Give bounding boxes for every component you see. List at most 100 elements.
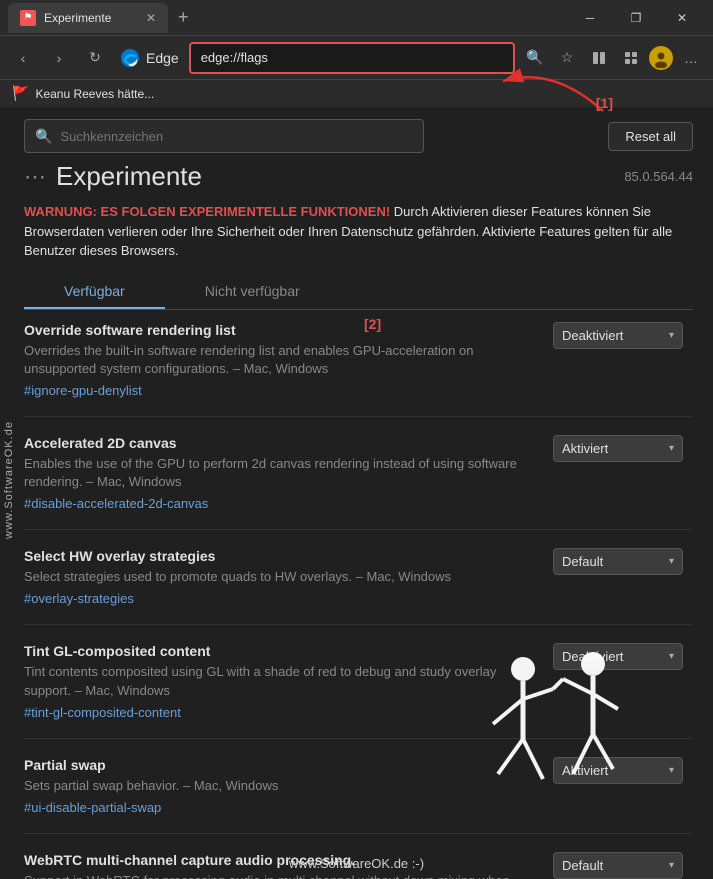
feature-info: Partial swap Sets partial swap behavior.… [24,757,541,817]
feature-control: Deaktiviert ▾ [553,643,693,670]
feature-item: Select HW overlay strategies Select stra… [24,548,693,625]
chevron-down-icon: ▾ [669,765,674,776]
feature-item: Override software rendering list Overrid… [24,322,693,417]
edge-logo-icon [120,48,140,68]
search-row: 🔍 Reset all [24,107,693,161]
feature-desc: Support in WebRTC for processing audio i… [24,872,541,879]
active-tab[interactable]: ⚑ Experimente ✕ [8,3,168,33]
features-list: Override software rendering list Overrid… [24,322,693,879]
feature-info: WebRTC multi-channel capture audio proce… [24,852,541,879]
more-button[interactable]: … [677,44,705,72]
tab-close-button[interactable]: ✕ [146,11,156,25]
feature-info: Select HW overlay strategies Select stra… [24,548,541,608]
feature-link[interactable]: #overlay-strategies [24,591,134,606]
feature-select[interactable]: Aktiviert ▾ [553,757,683,784]
feature-status: Aktiviert [562,441,608,456]
window-controls: ─ ❐ ✕ [567,0,705,35]
forward-button[interactable]: › [44,43,74,73]
forward-icon: › [57,50,62,66]
feature-link[interactable]: #tint-gl-composited-content [24,705,181,720]
restore-button[interactable]: ❐ [613,0,659,35]
feature-title: Accelerated 2D canvas [24,435,541,451]
favorites-icon[interactable]: ☆ [553,44,581,72]
feature-info: Accelerated 2D canvas Enables the use of… [24,435,541,513]
watermark-left-text: www.SoftwareOK.de [3,421,15,539]
address-text: edge://flags [201,50,268,65]
feature-title: WebRTC multi-channel capture audio proce… [24,852,541,868]
feature-control: Aktiviert ▾ [553,757,693,784]
chevron-down-icon: ▾ [669,651,674,662]
feature-item: Partial swap Sets partial swap behavior.… [24,757,693,834]
refresh-button[interactable]: ↻ [80,43,110,73]
version-text: 85.0.564.44 [624,169,693,184]
feature-link[interactable]: #ui-disable-partial-swap [24,800,161,815]
refresh-icon: ↻ [89,49,101,66]
tab-title: Experimente [44,11,111,25]
feature-control: Default ▾ [553,852,693,879]
bookmark-label[interactable]: Keanu Reeves hätte... [35,87,154,101]
feature-title: Tint GL-composited content [24,643,541,659]
feature-desc: Tint contents composited using GL with a… [24,663,541,699]
minimize-button[interactable]: ─ [567,0,613,35]
back-button[interactable]: ‹ [8,43,38,73]
tab-area: ⚑ Experimente ✕ + [8,3,561,33]
page-title: ⋯ Experimente [24,161,202,192]
page-title-row: ⋯ Experimente 85.0.564.44 [24,161,693,192]
bookmark-bar: 🚩 Keanu Reeves hätte... [0,79,713,107]
feature-control: Aktiviert ▾ [553,435,693,462]
chevron-down-icon: ▾ [669,860,674,871]
feature-control: Default ▾ [553,548,693,575]
feature-control: Deaktiviert ▾ [553,322,693,349]
feature-item: Tint GL-composited content Tint contents… [24,643,693,738]
feature-item: Accelerated 2D canvas Enables the use of… [24,435,693,530]
new-tab-button[interactable]: + [174,7,193,28]
nav-icons: 🔍 ☆ … [521,44,705,72]
feature-status: Deaktiviert [562,649,623,664]
feature-title: Override software rendering list [24,322,541,338]
main-content: 🔍 Reset all ⋯ Experimente 85.0.564.44 WA… [0,107,713,879]
chevron-down-icon: ▾ [669,556,674,567]
feature-link[interactable]: #disable-accelerated-2d-canvas [24,496,208,511]
feature-info: Override software rendering list Overrid… [24,322,541,400]
page-title-text: Experimente [56,161,202,192]
feature-select[interactable]: Default ▾ [553,852,683,879]
feature-info: Tint GL-composited content Tint contents… [24,643,541,721]
feature-status: Default [562,554,603,569]
close-button[interactable]: ✕ [659,0,705,35]
tab-unavailable[interactable]: Nicht verfügbar [165,275,340,309]
tabs-row: Verfügbar Nicht verfügbar [24,275,693,310]
title-bar: ⚑ Experimente ✕ + ─ ❐ ✕ [0,0,713,35]
feature-title: Select HW overlay strategies [24,548,541,564]
profile-icon[interactable] [649,46,673,70]
search-icon: 🔍 [35,128,52,145]
feature-title: Partial swap [24,757,541,773]
feature-status: Default [562,858,603,873]
feature-select[interactable]: Deaktiviert ▾ [553,322,683,349]
feature-desc: Enables the use of the GPU to perform 2d… [24,455,541,491]
back-icon: ‹ [21,50,26,66]
tab-available[interactable]: Verfügbar [24,275,165,309]
feature-status: Aktiviert [562,763,608,778]
feature-desc: Select strategies used to promote quads … [24,568,541,586]
feature-select[interactable]: Aktiviert ▾ [553,435,683,462]
browser-essentials-icon[interactable] [617,44,645,72]
warning-box: WARNUNG: ES FOLGEN EXPERIMENTELLE FUNKTI… [24,202,693,261]
feature-link[interactable]: #ignore-gpu-denylist [24,383,142,398]
watermark-left: www.SoftwareOK.de [0,80,18,879]
collections-icon[interactable] [585,44,613,72]
edge-label: Edge [146,50,179,66]
reset-all-button[interactable]: Reset all [608,122,693,151]
chevron-down-icon: ▾ [669,330,674,341]
chevron-down-icon: ▾ [669,443,674,454]
address-bar[interactable]: edge://flags [189,42,515,74]
feature-desc: Overrides the built-in software renderin… [24,342,541,378]
feature-desc: Sets partial swap behavior. – Mac, Windo… [24,777,541,795]
page-title-icon: ⋯ [24,164,46,190]
zoom-icon[interactable]: 🔍 [521,44,549,72]
navigation-bar: ‹ › ↻ Edge edge://flags 🔍 ☆ [0,35,713,79]
search-input[interactable] [60,129,413,144]
feature-status: Deaktiviert [562,328,623,343]
feature-select[interactable]: Default ▾ [553,548,683,575]
feature-select[interactable]: Deaktiviert ▾ [553,643,683,670]
search-box[interactable]: 🔍 [24,119,424,153]
